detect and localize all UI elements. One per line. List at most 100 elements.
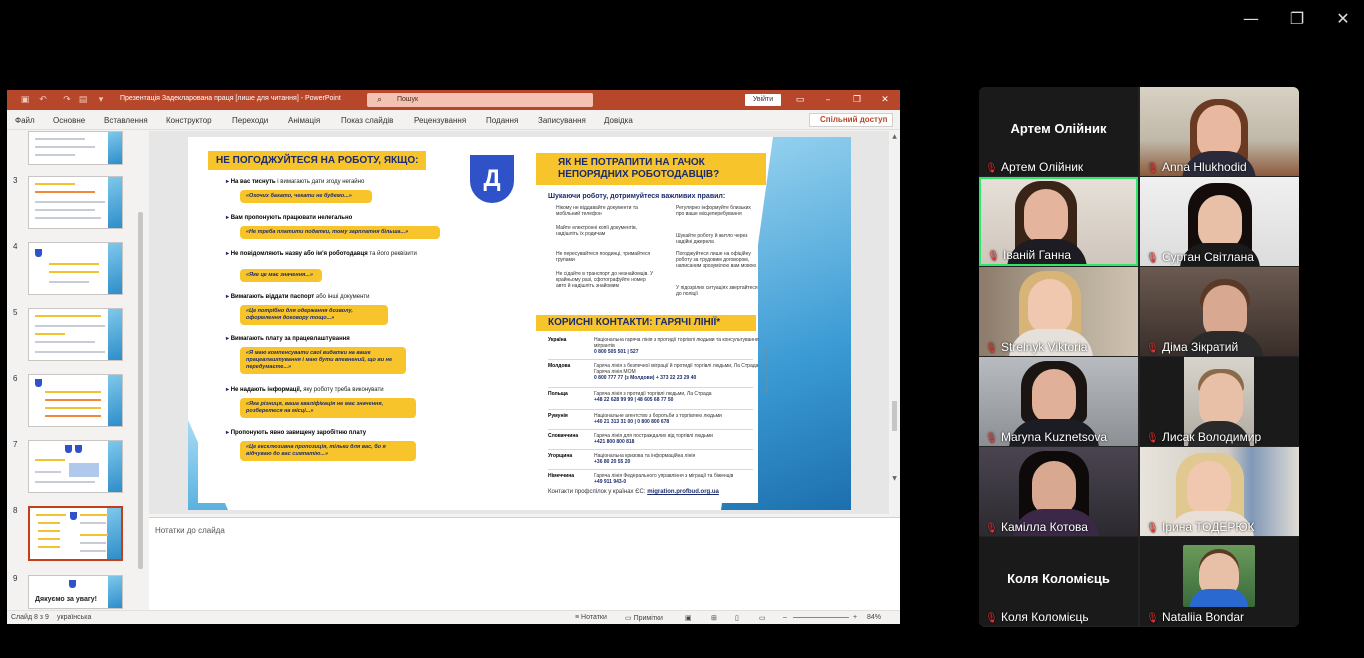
slide-sorter-icon[interactable]: ⊞ — [711, 614, 717, 622]
rule-item: Не пересувайтеся поодинці, тримайтеся гр… — [556, 251, 651, 263]
participant-label: 🎙 Maryna Kuznetsova — [985, 430, 1108, 444]
comments-toggle[interactable]: ▭ Примітки — [625, 614, 663, 622]
contacts-title: КОРИСНІ КОНТАКТИ: ГАРЯЧІ ЛІНІЇ* — [536, 315, 756, 331]
tab-file[interactable]: Файл — [15, 116, 35, 125]
undo-icon[interactable]: ↶ — [37, 94, 49, 106]
participant-label: 🎙 Лисак Володимир — [1146, 430, 1262, 444]
thumb-number: 3 — [13, 176, 18, 185]
screen: — ❐ ✕ ▣ ↶ ↷ ▤ ▾ Презентація Задекларован… — [0, 0, 1364, 658]
thumbnail-slide-4[interactable] — [28, 242, 123, 295]
participant-tile[interactable]: Артем Олійник 🎙 Артем Олійник — [979, 87, 1138, 176]
participant-tile[interactable]: 🎙 Strelnyk Viktoria — [979, 267, 1138, 356]
ppt-minimize-button[interactable]: – — [821, 93, 835, 107]
search-icon: ⌕ — [377, 95, 383, 105]
ppt-close-button[interactable]: ✕ — [878, 93, 892, 107]
thumbnail-slide-3[interactable] — [28, 176, 123, 229]
thumbnail-slide-2[interactable] — [28, 131, 123, 165]
participant-tile[interactable]: 🎙 Anna Hlukhodid — [1140, 87, 1299, 176]
redo-icon[interactable]: ↷ — [61, 94, 73, 106]
zoom-level[interactable]: 84% — [867, 614, 881, 621]
thumbnail-slide-6[interactable] — [28, 374, 123, 427]
participant-tile[interactable]: 🎙 Камілла Котова — [979, 447, 1138, 536]
powerpoint-window: ▣ ↶ ↷ ▤ ▾ Презентація Задекларована прац… — [7, 90, 900, 624]
title-bar: ▣ ↶ ↷ ▤ ▾ Презентація Задекларована прац… — [7, 90, 900, 110]
participant-name-card: Коля Коломієць — [1007, 571, 1110, 586]
participant-label: 🎙 Nataliia Bondar — [1146, 610, 1245, 624]
participant-tile[interactable]: 🎙 Сурган Світлана — [1140, 177, 1299, 266]
normal-view-icon[interactable]: ▣ — [685, 614, 692, 622]
participant-tile[interactable]: Коля Коломієць 🎙 Коля Коломієць — [979, 537, 1138, 626]
thumbnail-slide-7[interactable] — [28, 440, 123, 493]
restore-button[interactable]: ❐ — [1286, 8, 1308, 30]
participant-tile[interactable]: 🎙 Nataliia Bondar — [1140, 537, 1299, 626]
profbud-link[interactable]: migration.profbud.org.ua — [647, 489, 719, 495]
tab-design[interactable]: Конструктор — [166, 116, 212, 125]
right-title: ЯК НЕ ПОТРАПИТИ НА ГАЧОК НЕПОРЯДНИХ РОБО… — [536, 153, 766, 185]
side-note: * цей перелік не є повним — [765, 345, 770, 393]
slide-scroll-thumb[interactable] — [892, 401, 897, 431]
share-button[interactable]: Спільний доступ — [809, 113, 893, 127]
condition-item: ▸ Не повідомляють назву або ім'я роботод… — [226, 251, 417, 257]
quote-bubble: «Це потрібно для одержання дозволу, офор… — [240, 305, 388, 325]
mic-muted-icon: 🎙 — [985, 613, 998, 624]
thumbnails-scroll-thumb[interactable] — [138, 212, 143, 569]
rule-item: У підозрілих ситуаціях звертайтеся до по… — [676, 285, 758, 297]
notes-toggle[interactable]: ≡ Нотатки — [575, 614, 607, 621]
scroll-up-icon[interactable]: ▲ — [890, 133, 899, 140]
status-bar: Слайд 8 з 9 українська ≡ Нотатки ▭ Примі… — [7, 610, 900, 624]
participant-tile[interactable]: 🎙 Maryna Kuznetsova — [979, 357, 1138, 446]
close-button[interactable]: ✕ — [1332, 8, 1354, 30]
participant-tile-active-speaker[interactable]: 🎙 Іваній Ганна — [979, 177, 1138, 266]
customize-qat-icon[interactable]: ▾ — [95, 94, 107, 106]
mic-muted-icon: 🎙 — [985, 163, 998, 174]
slide-canvas[interactable]: НЕ ПОГОДЖУЙТЕСЯ НА РОБОТУ, ЯКЩО: ▸ На ва… — [188, 137, 851, 510]
notes-pane[interactable]: Нотатки до слайда — [149, 517, 900, 610]
rule-item: Не сідайте в транспорт до незнайомців. У… — [556, 271, 654, 289]
video-gallery: Артем Олійник 🎙 Артем Олійник 🎙 Anna Hlukh… — [979, 87, 1299, 627]
condition-item: ▸ Вам пропонують працювати нелегально — [226, 215, 353, 221]
scroll-down-icon[interactable]: ▼ — [890, 475, 899, 482]
slideshow-icon[interactable]: ▭ — [759, 614, 766, 622]
mic-muted-icon: 🎙 — [985, 523, 998, 534]
participant-tile[interactable]: 🎙 Лисак Володимир — [1140, 357, 1299, 446]
zoom-in-icon[interactable]: + — [853, 614, 857, 621]
tab-review[interactable]: Рецензування — [414, 116, 466, 125]
search-input[interactable]: ⌕ Пошук — [367, 93, 593, 107]
participant-label: 🎙 Anna Hlukhodid — [1146, 160, 1247, 174]
thumb-number: 5 — [13, 308, 18, 317]
tab-slideshow[interactable]: Показ слайдів — [341, 116, 393, 125]
rule-item: Погоджуйтеся лише на офіційну роботу за … — [676, 251, 757, 269]
ppt-restore-button[interactable]: ❐ — [850, 93, 864, 107]
mic-muted-icon: 🎙 — [1146, 163, 1159, 174]
participant-tile[interactable]: 🎙 Ірина ТОДЕРЮК — [1140, 447, 1299, 536]
signin-button[interactable]: Увійти — [745, 94, 781, 106]
tab-home[interactable]: Основне — [53, 116, 85, 125]
thumb-number: 6 — [13, 374, 18, 383]
document-title: Презентація Задекларована праця [лише дл… — [120, 95, 341, 102]
thumbnail-slide-8-selected[interactable] — [28, 506, 123, 561]
thumb-number: 9 — [13, 574, 18, 583]
tab-help[interactable]: Довідка — [604, 116, 633, 125]
tab-view[interactable]: Подання — [486, 116, 518, 125]
tab-record[interactable]: Записування — [538, 116, 586, 125]
thumbnail-slide-5[interactable] — [28, 308, 123, 361]
thumb-number: 8 — [13, 506, 18, 515]
ribbon-display-icon[interactable]: ▭ — [793, 93, 807, 107]
participant-tile[interactable]: 🎙 Діма Зікратий — [1140, 267, 1299, 356]
minimize-button[interactable]: — — [1240, 8, 1262, 30]
tab-insert[interactable]: Вставлення — [104, 116, 148, 125]
zoom-out-icon[interactable]: – — [783, 614, 787, 621]
mic-muted-icon: 🎙 — [1146, 523, 1159, 534]
participant-label: 🎙 Камілла Котова — [985, 520, 1088, 534]
thumbnail-slide-9[interactable]: Дякуємо за увагу! — [28, 575, 123, 609]
language-indicator[interactable]: українська — [57, 614, 91, 621]
tab-transitions[interactable]: Переходи — [232, 116, 268, 125]
tab-animations[interactable]: Анімація — [288, 116, 320, 125]
participant-label: 🎙 Артем Олійник — [985, 160, 1084, 174]
reading-view-icon[interactable]: ▯ — [735, 614, 739, 622]
zoom-slider[interactable] — [793, 617, 849, 618]
mic-muted-icon: 🎙 — [1146, 613, 1159, 624]
save-icon[interactable]: ▣ — [19, 94, 31, 106]
slide-scrollbar[interactable]: ▲ ▼ — [889, 131, 900, 514]
present-icon[interactable]: ▤ — [77, 94, 89, 106]
